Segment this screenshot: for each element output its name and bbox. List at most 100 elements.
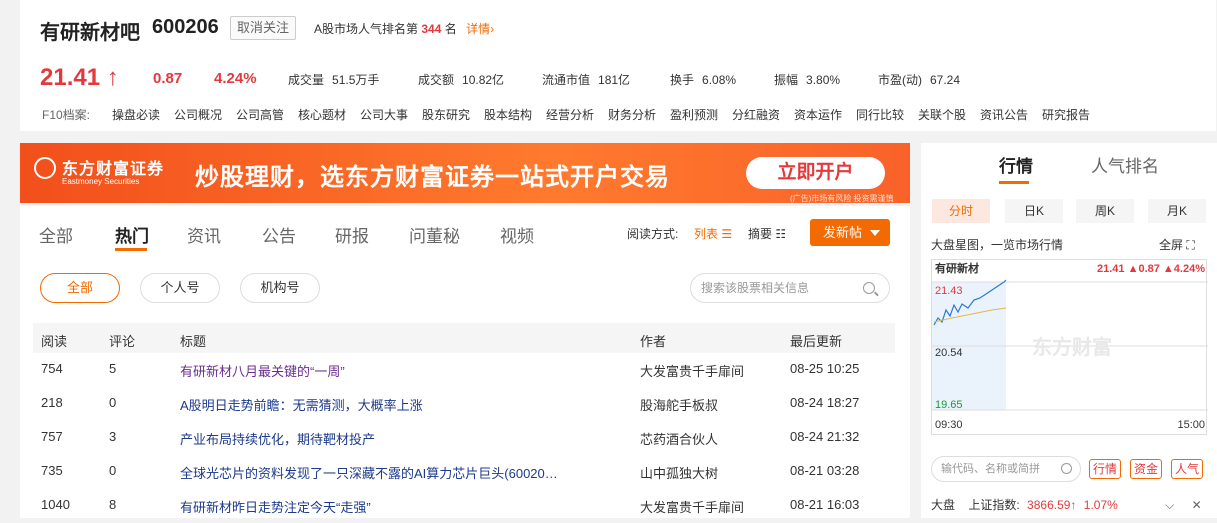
tag-quotes[interactable]: 行情 xyxy=(1089,459,1122,479)
period-intraday[interactable]: 分时 xyxy=(932,199,990,223)
f10-link[interactable]: 财务分析 xyxy=(608,106,656,123)
metric-turnover-rate: 换手 6.08% xyxy=(670,73,737,87)
metric-turnover: 成交额 10.82亿 xyxy=(418,73,505,87)
row-reads: 757 xyxy=(41,429,63,444)
index-label: 大盘 xyxy=(931,498,956,512)
f10-link[interactable]: 核心题材 xyxy=(298,106,346,123)
caret-down-icon xyxy=(870,230,880,236)
tab-research[interactable]: 研报 xyxy=(335,222,369,247)
post-author-link[interactable]: 芯药酒合伙人 xyxy=(640,429,718,448)
fullscreen-icon: ⛶ xyxy=(1186,238,1195,252)
summary-icon: ☷ xyxy=(775,227,787,241)
row-reads: 754 xyxy=(41,361,63,376)
f10-link[interactable]: 关联个股 xyxy=(918,106,966,123)
f10-link[interactable]: 资讯公告 xyxy=(980,106,1028,123)
chart-y-bottom: 19.65 xyxy=(935,399,963,411)
close-icon[interactable]: ✕ xyxy=(1192,498,1202,512)
detail-link[interactable]: 详情› xyxy=(466,22,494,36)
tab-popularity-rank[interactable]: 人气排名 xyxy=(1091,152,1159,177)
f10-link[interactable]: 公司高管 xyxy=(236,106,284,123)
search-icon[interactable] xyxy=(1061,463,1072,474)
metric-volume: 成交量 51.5万手 xyxy=(288,73,380,87)
f10-link[interactable]: 股本结构 xyxy=(484,106,532,123)
row-updated: 08-21 03:28 xyxy=(790,463,860,478)
post-author-link[interactable]: 股海舵手板叔 xyxy=(640,395,718,414)
row-comments: 3 xyxy=(109,429,117,444)
price-change-pct: 4.24% xyxy=(214,70,257,87)
filter-institution[interactable]: 机构号 xyxy=(240,273,320,303)
row-updated: 08-21 16:03 xyxy=(790,497,860,512)
market-map-label[interactable]: 大盘星图，一览市场行情 xyxy=(931,236,1063,253)
post-author-link[interactable]: 山中孤独大树 xyxy=(640,463,718,482)
post-author-link[interactable]: 大发富贵千手扉间 xyxy=(640,361,744,380)
tab-video[interactable]: 视频 xyxy=(500,222,534,247)
f10-link[interactable]: 公司概况 xyxy=(174,106,222,123)
table-row: 218 0 A股明日走势前瞻：无需猜测，大概率上涨 股海舵手板叔 08-24 1… xyxy=(33,387,895,421)
active-tab-indicator xyxy=(115,248,147,251)
post-feed: 全部 热门 资讯 公告 研报 问董秘 视频 阅读方式: 列表 ☰ 摘要 ☷ 发新… xyxy=(20,206,910,518)
metric-pe: 市盈(动) 67.24 xyxy=(878,73,961,87)
post-title-link[interactable]: 有研新材昨日走势注定今天“走强” xyxy=(180,497,630,516)
intraday-chart[interactable]: 有研新材 21.41 ▲0.87 ▲4.24% 21.43 20.54 19.6… xyxy=(931,259,1208,435)
tag-capital[interactable]: 资金 xyxy=(1130,459,1163,479)
list-icon: ☰ xyxy=(721,227,733,241)
post-title-link[interactable]: 有研新材八月最关键的“一周” xyxy=(180,361,630,380)
post-title-link[interactable]: 全球光芯片的资料发现了一只深藏不露的AI算力芯片巨头(60020… xyxy=(180,463,630,482)
f10-link[interactable]: 同行比较 xyxy=(856,106,904,123)
list-mode-toggle[interactable]: 列表 ☰ xyxy=(694,225,732,242)
open-account-button[interactable]: 立即开户 xyxy=(746,157,885,189)
tab-news[interactable]: 资讯 xyxy=(187,222,221,247)
rank-value: 344 xyxy=(421,22,442,36)
chart-stock-name: 有研新材 xyxy=(935,261,979,275)
row-updated: 08-24 21:32 xyxy=(790,429,860,444)
banner-headline: 炒股理财，选东方财富证券一站式开户交易 xyxy=(195,164,670,191)
tab-announcements[interactable]: 公告 xyxy=(262,222,296,247)
index-ticker[interactable]: 大盘 上证指数: 3866.59↑ 1.07% ⌵ ✕ xyxy=(931,496,1202,513)
post-title-link[interactable]: 产业布局持续优化，期待靶材投产 xyxy=(180,429,630,448)
summary-mode-toggle[interactable]: 摘要 ☷ xyxy=(748,225,786,242)
code-search-input[interactable]: 输代码、名称或简拼 xyxy=(931,456,1081,482)
post-author-link[interactable]: 大发富贵千手扉间 xyxy=(640,497,744,516)
column-reads: 阅读 xyxy=(41,334,68,349)
period-monthly[interactable]: 月K xyxy=(1148,199,1206,223)
fullscreen-button[interactable]: 全屏 ⛶ xyxy=(1159,236,1195,253)
row-reads: 218 xyxy=(41,395,63,410)
unfollow-button[interactable]: 取消关注 xyxy=(230,16,297,40)
column-updated: 最后更新 xyxy=(790,334,843,349)
row-comments: 0 xyxy=(109,395,117,410)
banner-disclaimer: (广告)市场有风险 投资需谨慎 xyxy=(790,194,894,203)
tab-quotes[interactable]: 行情 xyxy=(999,152,1033,177)
f10-link[interactable]: 公司大事 xyxy=(360,106,408,123)
chevron-right-icon: › xyxy=(490,22,495,36)
tab-hot[interactable]: 热门 xyxy=(115,222,149,247)
post-title-link[interactable]: A股明日走势前瞻：无需猜测，大概率上涨 xyxy=(180,395,630,414)
search-icon[interactable] xyxy=(863,282,875,294)
table-row: 757 3 产业布局持续优化，期待靶材投产 芯药酒合伙人 08-24 21:32 xyxy=(33,421,895,455)
eastmoney-securities-logo: 东方财富证券 Eastmoney Securities xyxy=(34,153,184,193)
tab-all[interactable]: 全部 xyxy=(39,222,73,247)
tag-popularity[interactable]: 人气 xyxy=(1171,459,1204,479)
chevron-down-icon[interactable]: ⌵ xyxy=(1165,498,1174,512)
period-weekly[interactable]: 周K xyxy=(1076,199,1134,223)
new-post-button[interactable]: 发新帖 xyxy=(810,219,890,246)
chart-x-start: 09:30 xyxy=(935,419,963,431)
filter-all[interactable]: 全部 xyxy=(40,273,120,303)
index-value: 3866.59↑ xyxy=(1027,498,1077,512)
filter-personal[interactable]: 个人号 xyxy=(140,273,220,303)
stock-search-input[interactable]: 搜索该股票相关信息 xyxy=(690,273,890,303)
tab-ask-secretary[interactable]: 问董秘 xyxy=(409,222,460,247)
rank-prefix: A股市场人气排名第 xyxy=(314,22,419,36)
f10-link[interactable]: 盈利预测 xyxy=(670,106,718,123)
f10-link[interactable]: 研究报告 xyxy=(1042,106,1090,123)
f10-link[interactable]: 经营分析 xyxy=(546,106,594,123)
stock-name[interactable]: 有研新材吧 xyxy=(40,16,140,45)
metric-amplitude: 振幅 3.80% xyxy=(774,73,841,87)
ad-banner[interactable]: 东方财富证券 Eastmoney Securities 炒股理财，选东方财富证券… xyxy=(20,143,910,203)
f10-link[interactable]: 操盘必读 xyxy=(112,106,160,123)
f10-link[interactable]: 资本运作 xyxy=(794,106,842,123)
f10-link[interactable]: 股东研究 xyxy=(422,106,470,123)
period-daily[interactable]: 日K xyxy=(1005,199,1063,223)
chart-x-end: 15:00 xyxy=(1177,419,1205,431)
column-comments: 评论 xyxy=(109,334,136,349)
f10-link[interactable]: 分红融资 xyxy=(732,106,780,123)
